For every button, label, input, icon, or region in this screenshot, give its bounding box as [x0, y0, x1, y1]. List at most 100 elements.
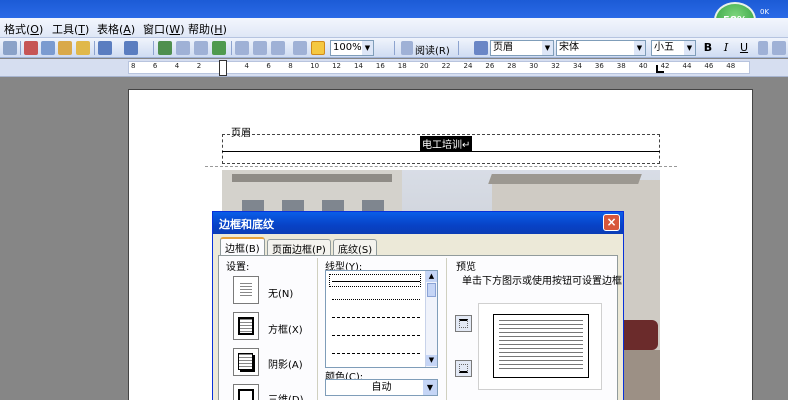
indent-marker-icon[interactable]	[219, 60, 227, 76]
bottom-border-button[interactable]	[455, 360, 472, 377]
scroll-down-icon[interactable]: ▼	[426, 355, 437, 366]
line-style-long-dash[interactable]	[332, 335, 420, 336]
setting-none-icon[interactable]	[233, 276, 259, 304]
menu-table[interactable]: 表格(A)	[97, 21, 135, 37]
zoom-select[interactable]: 100% ▼	[330, 40, 374, 56]
menu-help[interactable]: 帮助(H)	[188, 21, 227, 37]
chevron-down-icon: ▼	[542, 41, 553, 55]
hyperlink-icon[interactable]	[158, 41, 172, 55]
ruler-tick-label: 16	[375, 62, 385, 70]
shadow-lines-icon	[238, 353, 253, 370]
align-icon[interactable]	[772, 41, 786, 55]
preview-text-lines	[499, 320, 583, 372]
research-icon[interactable]	[3, 41, 17, 55]
setting-box-label[interactable]: 方框(X)	[268, 321, 303, 336]
3d-lines-icon	[238, 389, 254, 400]
tab-shading[interactable]: 底纹(S)	[333, 239, 378, 256]
options-divider	[446, 258, 447, 400]
font-size-select[interactable]: 小五 ▼	[651, 40, 696, 56]
font-size-value: 小五	[654, 42, 674, 53]
setting-shadow-icon[interactable]	[233, 348, 259, 376]
boxed-lines-icon	[238, 317, 254, 335]
line-style-list[interactable]: ▲ ▼	[325, 270, 438, 368]
setting-box-icon[interactable]	[233, 312, 259, 340]
color-select[interactable]: 自动 ▼	[325, 379, 438, 396]
ruler-tick-label: 44	[682, 62, 692, 70]
document-map-icon[interactable]	[271, 41, 285, 55]
style-value: 页眉	[493, 42, 513, 53]
ruler-tick-label: 8	[131, 62, 136, 70]
ruler-tick-label: 48	[726, 62, 736, 70]
copy-icon[interactable]	[41, 41, 55, 55]
italic-button[interactable]: I	[718, 40, 734, 56]
toolbar-separator	[94, 41, 95, 55]
undo-icon[interactable]	[98, 41, 112, 55]
insert-table-icon[interactable]	[194, 41, 208, 55]
bold-button[interactable]: B	[700, 40, 716, 56]
ruler-tick-label: 12	[332, 62, 342, 70]
setting-3d-icon[interactable]	[233, 384, 259, 400]
photo-building-left-roof	[232, 174, 392, 182]
read-button[interactable]: 阅读(R)	[415, 42, 450, 57]
toolbar-separator	[394, 41, 395, 55]
read-icon[interactable]	[401, 41, 413, 55]
paste-icon[interactable]	[58, 41, 72, 55]
paragraph-mark-icon[interactable]	[311, 41, 325, 55]
menu-tools[interactable]: 工具(T)	[52, 21, 89, 37]
close-button[interactable]: ×	[603, 214, 620, 231]
tables-borders-icon[interactable]	[176, 41, 190, 55]
setting-none-label[interactable]: 无(N)	[268, 285, 293, 300]
show-hide-icon[interactable]	[293, 41, 307, 55]
photo-building-right-roof	[488, 174, 642, 184]
toolbar-separator	[153, 41, 154, 55]
ruler-tick-label: 10	[310, 62, 320, 70]
line-style-dash-dot[interactable]	[332, 353, 420, 354]
line-style-solid[interactable]	[332, 281, 420, 282]
scroll-up-icon[interactable]: ▲	[426, 271, 437, 282]
ruler-tick-label: 38	[616, 62, 626, 70]
menu-window[interactable]: 窗口(W)	[143, 21, 184, 37]
redo-icon[interactable]	[124, 41, 138, 55]
chevron-down-icon: ▼	[634, 41, 645, 55]
setting-shadow-label[interactable]: 阴影(A)	[268, 356, 303, 371]
top-border-button[interactable]	[455, 315, 472, 332]
line-style-dotted[interactable]	[332, 299, 420, 300]
settings-label: 设置:	[226, 262, 250, 273]
drawing-icon[interactable]	[253, 41, 267, 55]
ruler-tick-label: 2	[196, 62, 202, 70]
ruler-tick-label: 26	[485, 62, 495, 70]
columns-icon[interactable]	[235, 41, 249, 55]
photo-vehicle	[618, 320, 658, 350]
toolbar-options-icon[interactable]	[758, 41, 768, 55]
zoom-value: 100%	[333, 42, 362, 53]
style-select[interactable]: 页眉 ▼	[490, 40, 554, 56]
top-border-icon	[459, 319, 468, 328]
line-style-dashed[interactable]	[332, 317, 420, 318]
chevron-down-icon: ▼	[684, 41, 695, 55]
cut-icon[interactable]	[24, 41, 38, 55]
insert-excel-icon[interactable]	[212, 41, 226, 55]
toolbar: 100% ▼ 阅读(R) 页眉 ▼ 宋体 ▼ 小五 ▼ B I U	[0, 38, 788, 58]
underline-button[interactable]: U	[736, 40, 752, 56]
settings-divider	[317, 258, 318, 400]
ruler-tick-label: 46	[704, 62, 714, 70]
ruler-tick-label: 28	[507, 62, 517, 70]
lines-icon	[240, 283, 252, 297]
menu-format[interactable]: 格式(O)	[4, 21, 43, 37]
font-select[interactable]: 宋体 ▼	[556, 40, 646, 56]
tab-page-border[interactable]: 页面边框(P)	[267, 239, 331, 256]
ruler-tick-label: 4	[174, 62, 180, 70]
styles-icon[interactable]	[474, 41, 488, 55]
format-painter-icon[interactable]	[76, 41, 90, 55]
tab-stop-icon[interactable]	[656, 65, 664, 73]
header-text-selected[interactable]: 电工培训↵	[420, 136, 473, 151]
horizontal-ruler[interactable]: 8642246810121416182022242628303234363840…	[0, 59, 788, 77]
tab-borders[interactable]: 边框(B)	[220, 237, 265, 256]
line-style-scrollbar[interactable]: ▲ ▼	[425, 271, 437, 367]
scroll-thumb[interactable]	[427, 283, 436, 297]
preview-area[interactable]	[478, 303, 602, 390]
setting-3d-label[interactable]: 三维(D)	[268, 391, 304, 400]
ruler-tick-label: 40	[638, 62, 648, 70]
dialog-titlebar[interactable]: 边框和底纹 ×	[213, 212, 623, 234]
chevron-down-icon: ▼	[362, 41, 373, 55]
